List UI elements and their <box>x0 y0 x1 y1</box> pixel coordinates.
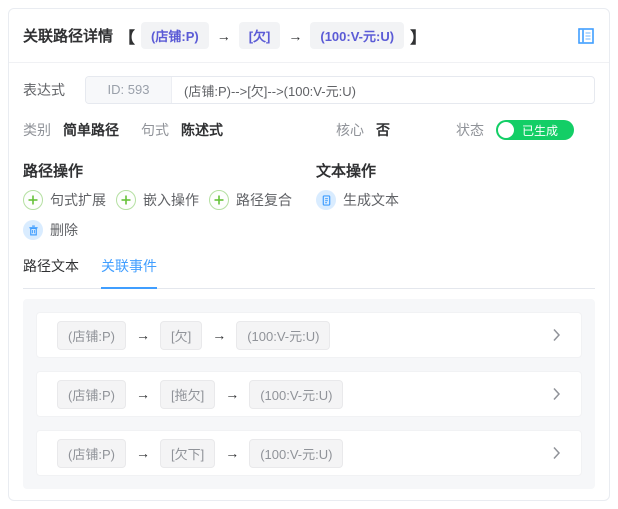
generate-text-button[interactable]: 生成文本 <box>316 190 399 210</box>
category-value: 简单路径 <box>63 122 119 138</box>
expression-label: 表达式 <box>23 82 65 98</box>
event-row[interactable]: (店铺:P) → [拖欠] → (100:V-元:U) <box>36 371 582 417</box>
event-node-badge: (店铺:P) <box>57 320 126 350</box>
chevron-right-icon[interactable] <box>552 446 561 460</box>
arrow-icon: → <box>216 27 231 44</box>
syntax-value: 陈述式 <box>181 122 223 138</box>
path-node-badge: [欠] <box>238 22 281 49</box>
path-detail-panel: 关联路径详情 【 (店铺:P) → [欠] → (100:V-元:U) 】 表达… <box>8 8 610 501</box>
expression-input[interactable]: ID: 593 (店铺:P)-->[欠]-->(100:V-元:U) <box>85 76 595 104</box>
meta-row: 类别 简单路径 句式 陈述式 核心 否 状态 已生成 <box>23 120 595 140</box>
core-label: 核心 <box>336 122 364 138</box>
arrow-icon: → <box>225 386 240 402</box>
notebook-icon[interactable] <box>577 27 595 45</box>
status-value: 已生成 <box>522 123 559 138</box>
event-row[interactable]: (店铺:P) → [欠] → (100:V-元:U) <box>36 312 582 358</box>
bracket-open: 【 <box>119 29 136 47</box>
tab-related-events[interactable]: 关联事件 <box>101 256 157 289</box>
panel-body: 表达式 ID: 593 (店铺:P)-->[欠]-->(100:V-元:U) 类… <box>9 76 609 489</box>
arrow-icon: → <box>212 327 227 343</box>
panel-header: 关联路径详情 【 (店铺:P) → [欠] → (100:V-元:U) 】 <box>9 9 609 63</box>
path-compose-button[interactable]: 路径复合 <box>209 190 292 210</box>
path-operations-title: 路径操作 <box>23 163 84 180</box>
arrow-icon: → <box>288 27 303 44</box>
arrow-icon: → <box>135 327 150 343</box>
delete-button[interactable]: 删除 <box>23 220 78 240</box>
event-node-badge: (100:V-元:U) <box>249 379 344 409</box>
chevron-right-icon[interactable] <box>552 328 561 342</box>
related-events-panel: (店铺:P) → [欠] → (100:V-元:U) (店铺:P) → [拖欠] <box>23 299 595 489</box>
event-node-badge: [欠] <box>159 320 203 350</box>
text-operations-buttons: 生成文本 <box>316 190 595 220</box>
tabs: 路径文本 关联事件 <box>23 256 595 289</box>
path-node-badge: (店铺:P) <box>141 22 209 49</box>
sentence-expand-label: 句式扩展 <box>50 192 106 208</box>
embed-operation-label: 嵌入操作 <box>143 192 199 208</box>
operations-row: 路径操作 句式扩展 嵌入操作 路径复合 删除 文本操作 生成文本 <box>23 160 595 250</box>
plus-icon <box>209 190 229 210</box>
text-operations: 文本操作 生成文本 <box>316 160 595 250</box>
event-node-badge: (店铺:P) <box>57 438 126 468</box>
event-node-badge: (100:V-元:U) <box>236 320 331 350</box>
event-node-badge: (100:V-元:U) <box>249 438 344 468</box>
event-row[interactable]: (店铺:P) → [欠下] → (100:V-元:U) <box>36 430 582 476</box>
category-label: 类别 <box>23 122 51 138</box>
path-compose-label: 路径复合 <box>236 192 292 208</box>
embed-operation-button[interactable]: 嵌入操作 <box>116 190 199 210</box>
core-value: 否 <box>376 122 390 138</box>
status-label: 状态 <box>456 122 484 138</box>
text-operations-title: 文本操作 <box>316 163 377 180</box>
event-node-badge: [欠下] <box>159 438 216 468</box>
page-title: 关联路径详情 <box>23 28 114 45</box>
generate-text-label: 生成文本 <box>343 192 399 208</box>
expression-row: 表达式 ID: 593 (店铺:P)-->[欠]-->(100:V-元:U) <box>23 76 595 104</box>
syntax-label: 句式 <box>141 122 169 138</box>
delete-label: 删除 <box>50 222 78 238</box>
page: 关联路径详情 【 (店铺:P) → [欠] → (100:V-元:U) 】 表达… <box>0 0 618 509</box>
trash-icon <box>23 220 43 240</box>
path-node-badge: (100:V-元:U) <box>310 22 405 49</box>
arrow-icon: → <box>135 386 150 402</box>
status-toggle[interactable]: 已生成 <box>496 120 574 140</box>
toggle-knob-icon <box>498 122 514 138</box>
expression-id-badge: ID: 593 <box>86 77 172 103</box>
arrow-icon: → <box>225 445 240 461</box>
plus-icon <box>23 190 43 210</box>
bracket-close: 】 <box>410 29 427 47</box>
sentence-expand-button[interactable]: 句式扩展 <box>23 190 106 210</box>
plus-icon <box>116 190 136 210</box>
document-icon <box>316 190 336 210</box>
event-node-badge: (店铺:P) <box>57 379 126 409</box>
chevron-right-icon[interactable] <box>552 387 561 401</box>
expression-value: (店铺:P)-->[欠]-->(100:V-元:U) <box>184 83 356 99</box>
arrow-icon: → <box>135 445 150 461</box>
event-node-badge: [拖欠] <box>159 379 216 409</box>
path-operations: 路径操作 句式扩展 嵌入操作 路径复合 删除 <box>23 160 316 250</box>
tab-path-text[interactable]: 路径文本 <box>23 256 79 288</box>
path-operations-buttons: 句式扩展 嵌入操作 路径复合 删除 <box>23 190 316 250</box>
